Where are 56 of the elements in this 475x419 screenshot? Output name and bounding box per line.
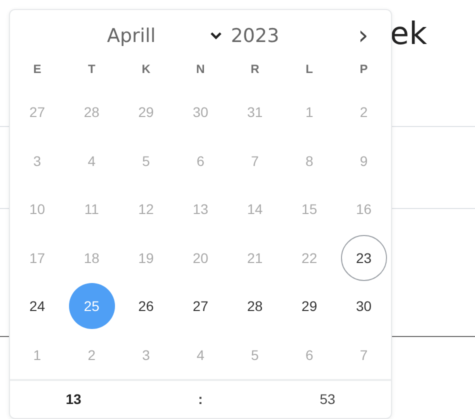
day-cell-text: 15 [300,200,318,220]
day-cell-text: 2 [86,346,97,365]
day-cell-text: 20 [192,248,210,268]
day-cell[interactable]: 26 [123,283,170,330]
day-cell-text: 19 [137,248,155,268]
day-cell-text: 18 [82,248,100,268]
day-cell-text: 16 [354,200,373,220]
day-cell-text: 9 [358,152,369,171]
day-cell-text: 21 [246,248,264,268]
weekday-label: N [196,62,205,76]
weekday-label: T [88,62,96,76]
day-cell-text: 5 [141,152,151,171]
day-cell-text: 4 [86,152,97,171]
weekday-label: K [142,62,150,76]
day-cell-text: 7 [358,346,369,365]
day-cell-text: 30 [192,103,210,122]
weekday-label: E [33,62,42,76]
year-field[interactable]: 2023 [228,25,282,47]
day-cell-text: 11 [83,200,100,220]
day-cell-text: 22 [300,248,318,268]
day-cell-text: 3 [32,152,42,171]
day-cell-text: 10 [28,200,46,220]
day-cell-text: 7 [250,152,260,171]
page-title: ek [390,16,428,52]
day-cell-text: 3 [141,346,151,365]
hour-field[interactable]: 13 [66,391,82,407]
day-cell-text: 8 [304,152,314,171]
day-cell-text: 1 [32,346,42,365]
day-cell-text: 17 [28,248,46,268]
weekday-label: L [306,62,314,76]
day-cell-text: 28 [82,103,100,122]
day-cell[interactable]: 29 [286,283,332,330]
day-cell-text: 14 [246,200,264,220]
day-cell-text: 1 [304,103,314,122]
weekday-label: R [250,62,260,76]
day-cell[interactable]: 24 [14,283,60,330]
month-select[interactable]: Aprill [107,25,210,47]
day-cell-text: 31 [246,103,264,122]
day-cell-text: 4 [196,346,206,365]
minute-field[interactable]: 53 [320,391,336,407]
day-cell[interactable]: 27 [177,283,224,330]
day-cell-text: 2 [358,103,369,122]
day-cell-text: 29 [137,103,155,122]
caret-icon[interactable] [210,32,222,40]
day-cell-text: 6 [196,152,206,171]
day-cell-text: 6 [304,346,314,365]
day-cell-text: 13 [192,200,210,220]
day-cell-text: 5 [250,346,260,365]
time-separator: : [198,391,203,407]
day-cell-text: 27 [28,103,46,122]
weekday-label: P [360,62,368,76]
day-cell[interactable]: 23 [340,234,387,281]
day-cell-text: 12 [137,200,155,220]
day-cell[interactable]: 28 [232,283,278,330]
day-cell[interactable]: 30 [340,283,387,330]
next-month-button[interactable]: › [358,23,368,49]
